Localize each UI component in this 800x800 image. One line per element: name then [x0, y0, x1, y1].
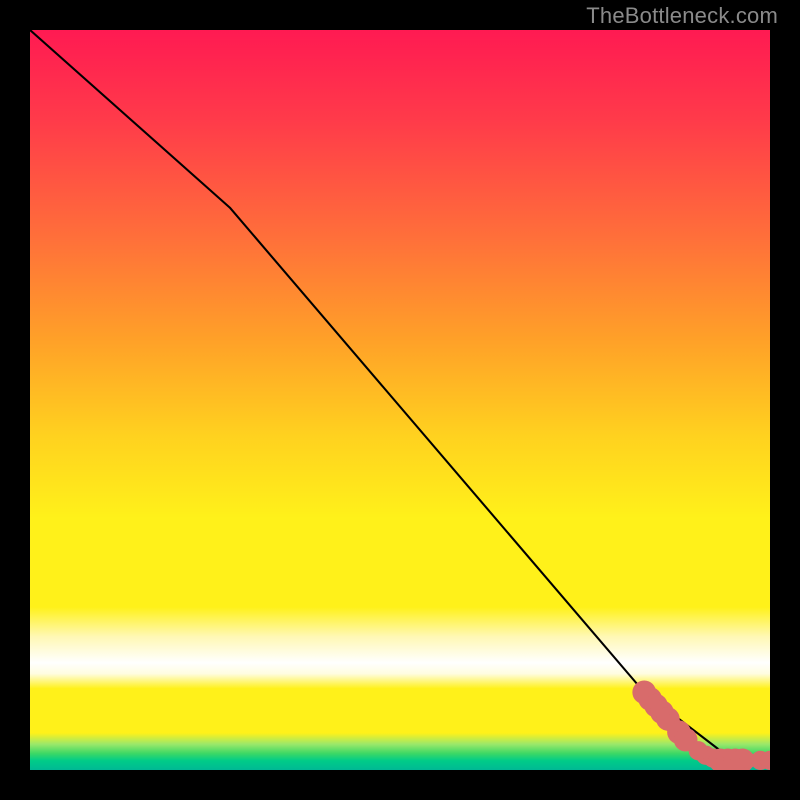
- attribution-label: TheBottleneck.com: [586, 3, 778, 29]
- highlighted-segment: [632, 680, 770, 770]
- bottleneck-curve: [30, 30, 770, 760]
- chart-overlay-svg: [30, 30, 770, 770]
- chart-container: TheBottleneck.com: [0, 0, 800, 800]
- plot-area: [30, 30, 770, 770]
